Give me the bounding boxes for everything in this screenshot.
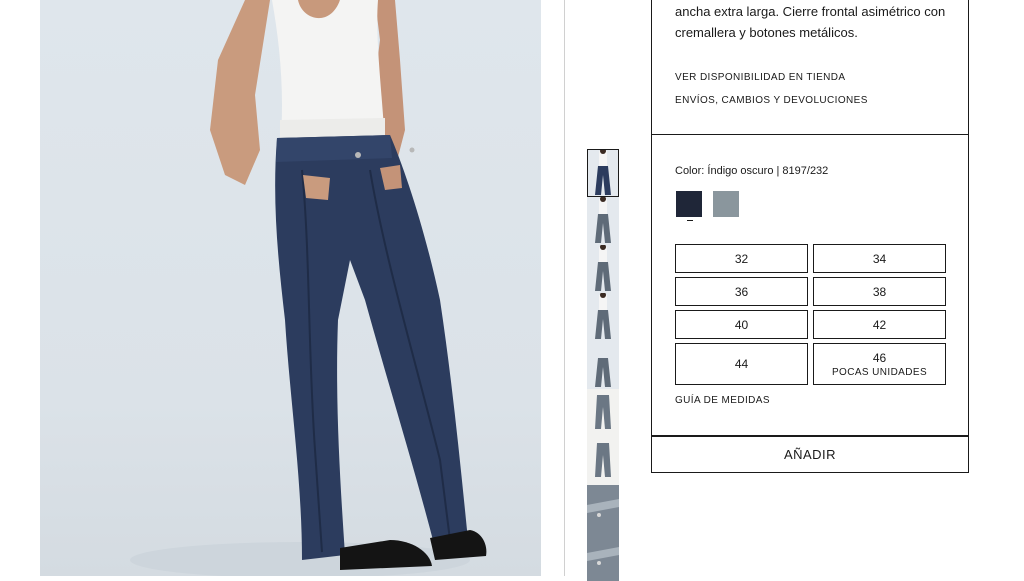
low-stock-note: POCAS UNIDADES <box>831 366 928 378</box>
color-label: Color: Índigo oscuro | 8197/232 <box>675 165 829 177</box>
column-divider <box>564 0 565 576</box>
gallery-thumbnail[interactable] <box>587 293 619 341</box>
gallery-thumbnail[interactable] <box>587 485 619 533</box>
thumbnail-strip <box>587 149 619 581</box>
gallery-thumbnail[interactable] <box>587 533 619 581</box>
size-label: 32 <box>734 251 749 266</box>
size-option-40[interactable]: 40 <box>675 310 808 339</box>
size-option-44[interactable]: 44 <box>675 343 808 385</box>
size-option-38[interactable]: 38 <box>813 277 946 306</box>
gallery-thumbnail[interactable] <box>587 437 619 485</box>
size-guide-link[interactable]: GUÍA DE MEDIDAS <box>675 395 770 406</box>
description-box: ancha extra larga. Cierre frontal asimét… <box>651 0 969 135</box>
size-option-36[interactable]: 36 <box>675 277 808 306</box>
size-option-34[interactable]: 34 <box>813 244 946 273</box>
swatch-grey[interactable] <box>713 191 739 217</box>
size-label: 40 <box>734 317 749 332</box>
size-option-32[interactable]: 32 <box>675 244 808 273</box>
gallery-thumbnail[interactable] <box>587 197 619 245</box>
size-label: 44 <box>734 357 749 371</box>
options-box: Color: Índigo oscuro | 8197/232 32 34 36… <box>651 135 969 436</box>
gallery-thumbnail[interactable] <box>587 149 619 197</box>
size-label: 34 <box>872 251 887 266</box>
gallery-thumbnail[interactable] <box>587 245 619 293</box>
size-option-46[interactable]: 46 POCAS UNIDADES <box>813 343 946 385</box>
size-label: 46 <box>872 350 887 365</box>
model-illustration <box>130 0 487 576</box>
size-option-42[interactable]: 42 <box>813 310 946 339</box>
main-product-image[interactable] <box>40 0 541 576</box>
size-label: 42 <box>872 317 887 332</box>
product-description: ancha extra larga. Cierre frontal asimét… <box>675 4 946 40</box>
shipping-returns-link[interactable]: ENVÍOS, CAMBIOS Y DEVOLUCIONES <box>675 95 868 106</box>
store-availability-link[interactable]: VER DISPONIBILIDAD EN TIENDA <box>675 72 846 83</box>
size-label: 36 <box>734 284 749 299</box>
selected-swatch-indicator <box>687 220 693 221</box>
size-label: 38 <box>872 284 887 299</box>
gallery-thumbnail[interactable] <box>587 341 619 389</box>
swatch-indigo[interactable] <box>676 191 702 217</box>
gallery-thumbnail[interactable] <box>587 389 619 437</box>
add-to-cart-button[interactable]: AÑADIR <box>651 436 969 473</box>
